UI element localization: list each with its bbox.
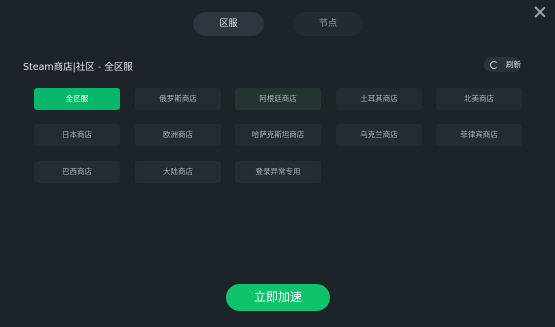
- region-button-japan[interactable]: 日本商店: [34, 124, 120, 146]
- region-button-turkey[interactable]: 土耳其商店: [336, 88, 422, 110]
- tab-region[interactable]: 区服: [193, 12, 264, 36]
- refresh-icon: [490, 60, 498, 69]
- section-title: Steam商店|社区 - 全区服: [23, 59, 133, 73]
- refresh-button[interactable]: 刷新: [484, 57, 521, 72]
- tab-bar: 区服 节点: [0, 12, 555, 36]
- region-button-argentina[interactable]: 阿根廷商店: [235, 88, 321, 110]
- region-button-kazakhstan[interactable]: 哈萨克斯坦商店: [235, 124, 321, 146]
- accelerate-button[interactable]: 立即加速: [226, 284, 330, 311]
- section-title-separator: -: [94, 62, 105, 73]
- region-button-russia[interactable]: 俄罗斯商店: [135, 88, 221, 110]
- region-button-europe[interactable]: 欧洲商店: [135, 124, 221, 146]
- region-button-ukraine[interactable]: 乌克兰商店: [336, 124, 422, 146]
- refresh-label: 刷新: [506, 60, 521, 69]
- region-button-login-issue[interactable]: 登录异常专用: [235, 161, 321, 183]
- region-button-mainland[interactable]: 大陆商店: [135, 161, 221, 183]
- section-title-main: Steam商店|社区: [23, 62, 95, 73]
- tab-node[interactable]: 节点: [293, 12, 363, 36]
- region-button-brazil[interactable]: 巴西商店: [34, 161, 120, 183]
- region-button-all[interactable]: 全区服: [34, 88, 120, 110]
- region-button-philippines[interactable]: 菲律宾商店: [436, 124, 522, 146]
- section-title-sub: 全区服: [104, 62, 133, 73]
- region-button-north-america[interactable]: 北美商店: [436, 88, 522, 110]
